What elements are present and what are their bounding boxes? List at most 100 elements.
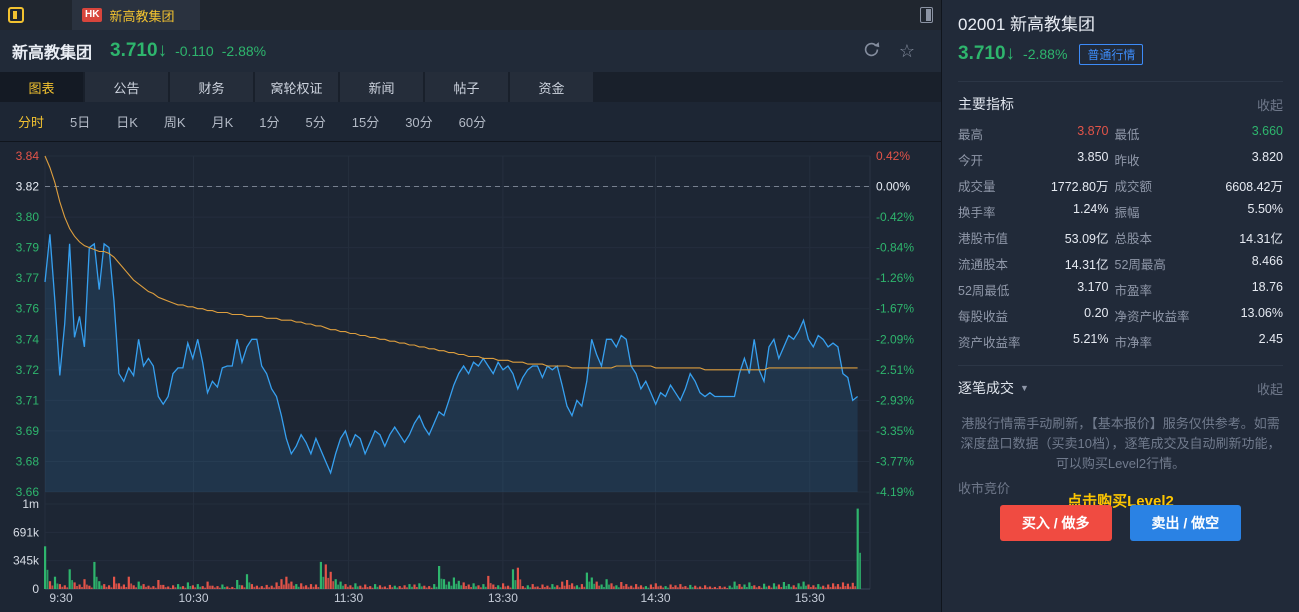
period-15min[interactable]: 15分 xyxy=(352,112,379,131)
svg-text:-2.09%: -2.09% xyxy=(876,332,914,346)
indicator-value: 13.06% xyxy=(1217,306,1284,325)
period-5min[interactable]: 5分 xyxy=(306,112,326,131)
svg-text:-4.19%: -4.19% xyxy=(876,485,914,499)
svg-text:3.82: 3.82 xyxy=(16,180,40,194)
period-weekly[interactable]: 周K xyxy=(164,112,186,131)
indicators-title: 主要指标 xyxy=(958,94,1014,114)
refresh-icon[interactable] xyxy=(862,40,881,62)
tab-chart[interactable]: 图表 xyxy=(0,72,83,102)
indicator-value: 3.820 xyxy=(1217,150,1284,169)
collapse-ticks-link[interactable]: 收起 xyxy=(1257,379,1283,398)
svg-text:3.71: 3.71 xyxy=(16,393,40,407)
indicator-label: 昨收 xyxy=(1115,150,1211,169)
indicator-label: 港股市值 xyxy=(958,228,1036,247)
indicator-value: 1.24% xyxy=(1042,202,1109,221)
indicator-value: 6608.42万 xyxy=(1217,176,1284,195)
stock-nav-tabs: 图表 公告 财务 窝轮权证 新闻 帖子 资金 xyxy=(0,72,941,102)
indicator-value: 5.50% xyxy=(1217,202,1284,221)
svg-text:14:30: 14:30 xyxy=(640,591,670,605)
svg-text:3.74: 3.74 xyxy=(16,332,40,346)
svg-text:-0.84%: -0.84% xyxy=(876,241,914,255)
chart-period-tabs: 分时 5日 日K 周K 月K 1分 5分 15分 30分 60分 xyxy=(0,102,941,142)
svg-text:0.42%: 0.42% xyxy=(876,149,910,163)
tab-announcements[interactable]: 公告 xyxy=(85,72,168,102)
svg-text:-0.42%: -0.42% xyxy=(876,210,914,224)
indicator-value: 8.466 xyxy=(1217,254,1284,273)
svg-text:1m: 1m xyxy=(22,497,39,511)
period-30min[interactable]: 30分 xyxy=(405,112,432,131)
window-tab-bar: HK 新高教集团 xyxy=(0,0,941,30)
period-5day[interactable]: 5日 xyxy=(70,112,90,131)
collapse-right-panel-icon[interactable] xyxy=(920,7,933,23)
stock-document-tab[interactable]: HK 新高教集团 xyxy=(72,0,200,30)
indicator-label: 每股收益 xyxy=(958,306,1036,325)
svg-text:11:30: 11:30 xyxy=(334,591,363,605)
svg-text:3.72: 3.72 xyxy=(16,363,40,377)
svg-text:3.76: 3.76 xyxy=(16,302,40,316)
svg-text:-3.77%: -3.77% xyxy=(876,454,914,468)
indicator-label: 成交量 xyxy=(958,176,1036,195)
period-monthly[interactable]: 月K xyxy=(212,112,234,131)
indicator-value: 3.170 xyxy=(1042,280,1109,299)
indicator-label: 市净率 xyxy=(1115,332,1211,351)
tab-warrants[interactable]: 窝轮权证 xyxy=(255,72,338,102)
indicator-value: 5.21% xyxy=(1042,332,1109,351)
tick-trades-title[interactable]: 逐笔成交 xyxy=(958,378,1014,398)
indicator-label: 成交额 xyxy=(1115,176,1211,195)
svg-text:0: 0 xyxy=(32,582,39,596)
quote-level-badge[interactable]: 普通行情 xyxy=(1079,44,1143,65)
indicator-label: 流通股本 xyxy=(958,254,1036,273)
indicator-value: 14.31亿 xyxy=(1042,254,1109,273)
svg-text:15:30: 15:30 xyxy=(795,591,825,605)
buy-long-button[interactable]: 买入 / 做多 xyxy=(1000,505,1112,541)
period-daily[interactable]: 日K xyxy=(116,112,138,131)
tab-capital[interactable]: 资金 xyxy=(510,72,593,102)
svg-text:3.84: 3.84 xyxy=(16,149,40,163)
intraday-chart[interactable]: 9:3010:3011:3013:3014:3015:303.840.42%3.… xyxy=(0,142,941,612)
tick-trades-section-header: 逐笔成交 ▼ 收起 xyxy=(958,365,1283,398)
indicator-value: 18.76 xyxy=(1217,280,1284,299)
indicators-grid: 最高3.870 最低3.660 今开3.850 昨收3.820 成交量1772.… xyxy=(958,124,1283,351)
stock-code-title: 02001 新高教集团 xyxy=(958,10,1283,35)
svg-text:13:30: 13:30 xyxy=(488,591,518,605)
indicator-value: 3.850 xyxy=(1042,150,1109,169)
tab-posts[interactable]: 帖子 xyxy=(425,72,508,102)
indicators-section-header: 主要指标 收起 xyxy=(958,81,1283,114)
svg-text:-3.35%: -3.35% xyxy=(876,424,914,438)
indicator-label: 市盈率 xyxy=(1115,280,1211,299)
indicator-label: 52周最高 xyxy=(1115,254,1211,273)
collapse-indicators-link[interactable]: 收起 xyxy=(1257,95,1283,114)
stock-header: 新高教集团 3.710↓ -0.110 -2.88% ☆ xyxy=(0,30,941,72)
down-arrow-icon: ↓ xyxy=(158,40,168,61)
svg-text:-1.67%: -1.67% xyxy=(876,302,914,316)
svg-text:345k: 345k xyxy=(13,554,40,568)
indicator-value: 53.09亿 xyxy=(1042,228,1109,247)
indicator-value: 1772.80万 xyxy=(1042,176,1109,195)
svg-text:3.77: 3.77 xyxy=(16,271,40,285)
app-panel-icon[interactable] xyxy=(8,7,24,23)
svg-text:3.79: 3.79 xyxy=(16,241,40,255)
period-intraday[interactable]: 分时 xyxy=(18,112,44,131)
sell-short-button[interactable]: 卖出 / 做空 xyxy=(1130,505,1242,541)
last-price: 3.710↓ xyxy=(110,40,167,62)
svg-text:-2.93%: -2.93% xyxy=(876,393,914,407)
period-1min[interactable]: 1分 xyxy=(259,112,279,131)
tab-financials[interactable]: 财务 xyxy=(170,72,253,102)
svg-text:9:30: 9:30 xyxy=(49,591,73,605)
chart-pane: HK 新高教集团 新高教集团 3.710↓ -0.110 -2.88% ☆ 图表… xyxy=(0,0,941,612)
indicator-label: 最高 xyxy=(958,124,1036,143)
price-change-pct: -2.88% xyxy=(222,43,266,59)
chevron-down-icon[interactable]: ▼ xyxy=(1020,383,1029,393)
intraday-chart-svg[interactable]: 9:3010:3011:3013:3014:3015:303.840.42%3.… xyxy=(0,142,941,612)
period-60min[interactable]: 60分 xyxy=(459,112,486,131)
svg-text:0.00%: 0.00% xyxy=(876,180,910,194)
svg-text:3.69: 3.69 xyxy=(16,424,40,438)
quote-panel: 02001 新高教集团 3.710↓ -2.88% 普通行情 主要指标 收起 最… xyxy=(941,0,1299,612)
panel-change-pct: -2.88% xyxy=(1023,46,1067,62)
svg-text:691k: 691k xyxy=(13,525,40,539)
indicator-label: 总股本 xyxy=(1115,228,1211,247)
tab-news[interactable]: 新闻 xyxy=(340,72,423,102)
closing-auction-label: 收市竞价 xyxy=(958,478,1010,497)
indicator-value: 14.31亿 xyxy=(1217,228,1284,247)
favorite-star-icon[interactable]: ☆ xyxy=(899,42,915,60)
